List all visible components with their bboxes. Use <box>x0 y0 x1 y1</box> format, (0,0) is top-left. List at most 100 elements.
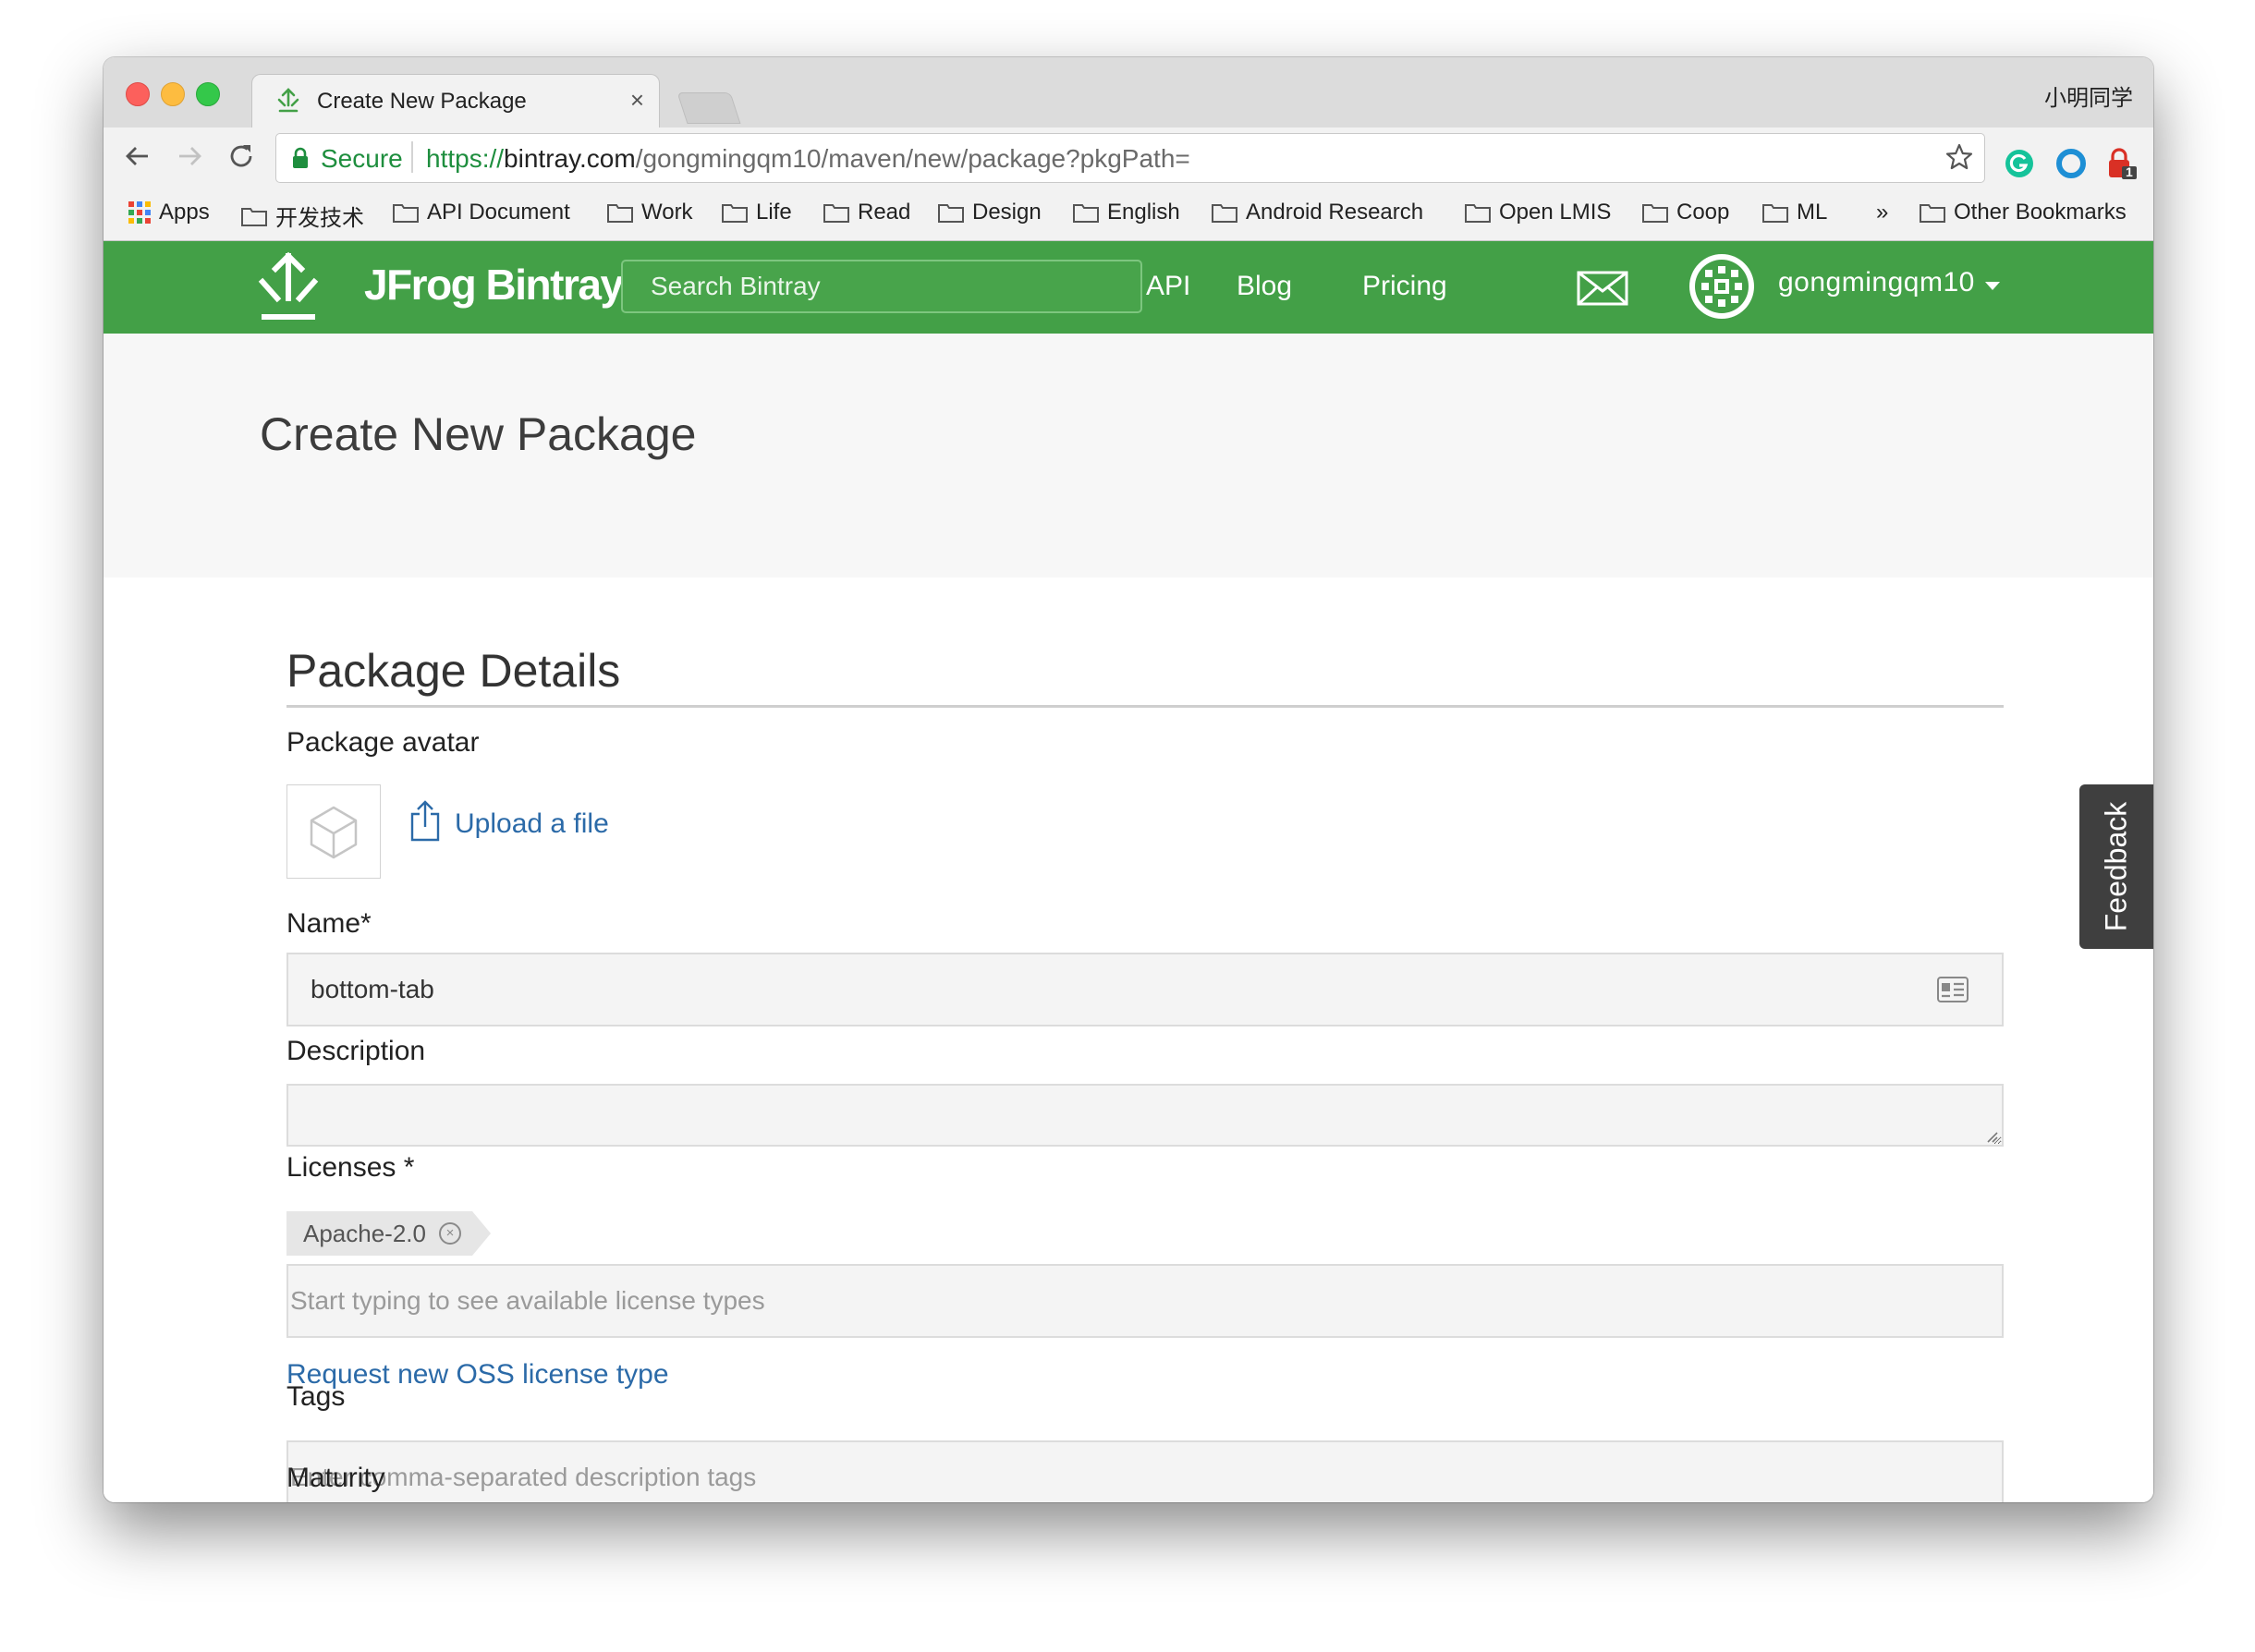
remove-license-icon[interactable]: × <box>438 1222 461 1245</box>
bookmark-folder-design[interactable]: Design <box>937 200 1042 225</box>
back-button[interactable] <box>116 135 159 177</box>
description-textarea[interactable] <box>286 1084 2004 1147</box>
feedback-button[interactable]: Feedback <box>2079 784 2153 949</box>
apps-grid-icon <box>128 201 151 224</box>
bookmark-label: Design <box>972 200 1042 225</box>
package-box-icon <box>310 806 358 859</box>
forward-arrow-icon <box>179 147 201 165</box>
nav-blog-link[interactable]: Blog <box>1237 271 1292 302</box>
lock-icon <box>293 147 308 168</box>
bookmark-label: Coop <box>1676 200 1730 225</box>
close-window-button[interactable] <box>126 82 150 106</box>
user-avatar[interactable] <box>1688 252 1756 321</box>
license-chip-body: Apache-2.0 × <box>286 1211 472 1256</box>
bookmark-folder-english[interactable]: English <box>1072 200 1180 225</box>
contact-card-icon[interactable] <box>1937 977 1969 1002</box>
folder-icon <box>393 204 419 223</box>
folder-icon <box>1642 204 1668 223</box>
back-arrow-icon <box>126 147 148 165</box>
license-chip-tip <box>471 1211 491 1256</box>
resize-grip-icon[interactable] <box>1985 1130 1998 1143</box>
reload-icon <box>230 145 252 167</box>
bookmark-label: Android Research <box>1246 200 1424 225</box>
tags-label: Tags <box>286 1381 346 1412</box>
reload-button[interactable] <box>220 135 262 177</box>
bookmark-folder-kaifa[interactable]: 开发技术 <box>240 200 364 232</box>
nav-api-link[interactable]: API <box>1146 271 1190 302</box>
caret-down-icon[interactable] <box>1985 282 2000 290</box>
grammarly-extension-icon[interactable] <box>2004 148 2035 179</box>
folder-icon <box>1465 204 1491 223</box>
bookmark-label: API Document <box>427 200 570 225</box>
folder-icon <box>1920 204 1945 223</box>
tab-create-new-package[interactable]: Create New Package × <box>251 74 660 128</box>
tab-title: Create New Package <box>317 89 527 114</box>
url-path: /gongmingqm10/maven/new/package?pkgPath= <box>635 144 1190 173</box>
license-search-input[interactable] <box>286 1264 2004 1338</box>
folder-icon <box>607 204 633 223</box>
username[interactable]: gongmingqm10 <box>1778 267 1975 298</box>
bintray-favicon-icon <box>277 88 299 113</box>
bookmark-label: Life <box>756 200 792 225</box>
url-text[interactable]: https://bintray.com/gongmingqm10/maven/n… <box>426 144 1190 174</box>
bookmark-label: ML <box>1797 200 1828 225</box>
license-chip-label: Apache-2.0 <box>303 1219 426 1247</box>
bookmark-folder-work[interactable]: Work <box>606 200 693 225</box>
ring-extension-icon[interactable] <box>2055 148 2087 179</box>
bookmark-folder-read[interactable]: Read <box>823 200 910 225</box>
folder-icon <box>1073 204 1099 223</box>
profile-name[interactable]: 小明同学 <box>2044 79 2133 112</box>
maturity-label: Maturity <box>286 1463 385 1493</box>
forward-button[interactable] <box>168 135 211 177</box>
minimize-window-button[interactable] <box>161 82 185 106</box>
bookmarks-overflow-button[interactable]: » <box>1876 200 1888 225</box>
bookmark-label: English <box>1107 200 1180 225</box>
site-search-input[interactable] <box>621 260 1142 313</box>
brand-name[interactable]: JFrog Bintray <box>364 260 624 310</box>
package-name-input[interactable] <box>286 953 2004 1026</box>
bookmarks-bar: Apps 开发技术 API Document Work Life Read De… <box>104 188 2153 241</box>
bookmark-star-icon[interactable] <box>1944 141 1975 173</box>
address-bar[interactable]: Secure https://bintray.com/gongmingqm10/… <box>275 133 1985 183</box>
folder-icon <box>938 204 964 223</box>
zoom-window-button[interactable] <box>196 82 220 106</box>
name-label: Name* <box>286 908 372 939</box>
url-host: bintray.com <box>504 144 636 173</box>
bookmark-folder-coop[interactable]: Coop <box>1641 200 1729 225</box>
bookmark-folder-open-lmis[interactable]: Open LMIS <box>1464 200 1611 225</box>
browser-toolbar: Secure https://bintray.com/gongmingqm10/… <box>104 128 2153 188</box>
bookmark-label: Read <box>858 200 911 225</box>
upload-icon[interactable] <box>408 799 442 842</box>
licenses-label: Licenses * <box>286 1152 415 1183</box>
tab-strip: Create New Package × 小明同学 <box>104 57 2153 128</box>
lock-extension-button[interactable]: 1 <box>2105 148 2137 179</box>
tab-close-icon[interactable]: × <box>630 86 644 115</box>
avatar-label: Package avatar <box>286 727 480 758</box>
feedback-label: Feedback <box>2099 801 2133 932</box>
section-title: Package Details <box>286 645 621 697</box>
tags-input[interactable] <box>286 1440 2004 1502</box>
mail-icon[interactable] <box>1577 271 1628 306</box>
bookmark-label: Apps <box>159 200 210 225</box>
folder-icon <box>1762 204 1788 223</box>
bookmark-label: Work <box>641 200 693 225</box>
url-separator <box>411 141 413 173</box>
bintray-logo-icon[interactable] <box>257 250 320 324</box>
bookmark-folder-other-bookmarks[interactable]: Other Bookmarks <box>1919 200 2127 225</box>
bookmark-folder-android-research[interactable]: Android Research <box>1211 200 1423 225</box>
bookmark-apps[interactable]: Apps <box>128 200 210 225</box>
new-tab-button[interactable] <box>676 92 741 124</box>
page-title-band: Create New Package <box>104 334 2153 577</box>
bookmark-folder-life[interactable]: Life <box>721 200 792 225</box>
browser-window: Create New Package × 小明同学 Secure https:/… <box>104 57 2153 1502</box>
folder-icon <box>241 207 267 226</box>
page-title: Create New Package <box>260 408 697 460</box>
folder-icon <box>823 204 849 223</box>
package-form: Package Details Package avatar Upload a … <box>104 577 2153 1502</box>
url-scheme: https:// <box>426 144 505 173</box>
section-divider <box>286 705 2004 708</box>
bookmark-folder-ml[interactable]: ML <box>1761 200 1827 225</box>
nav-pricing-link[interactable]: Pricing <box>1362 271 1447 302</box>
upload-file-link[interactable]: Upload a file <box>455 808 609 840</box>
bookmark-folder-api-document[interactable]: API Document <box>392 200 570 225</box>
